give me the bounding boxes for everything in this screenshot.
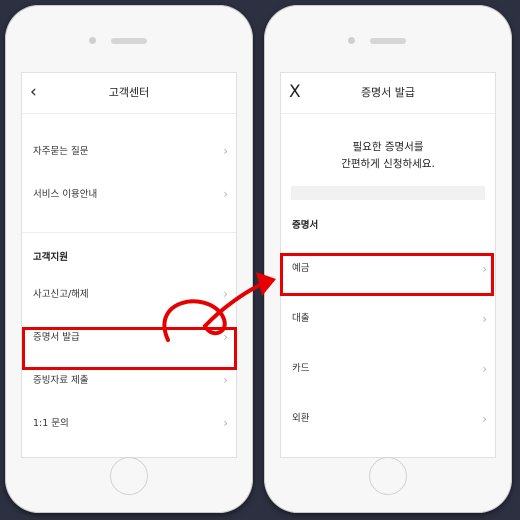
annotation-arrow-icon: [162, 272, 276, 342]
